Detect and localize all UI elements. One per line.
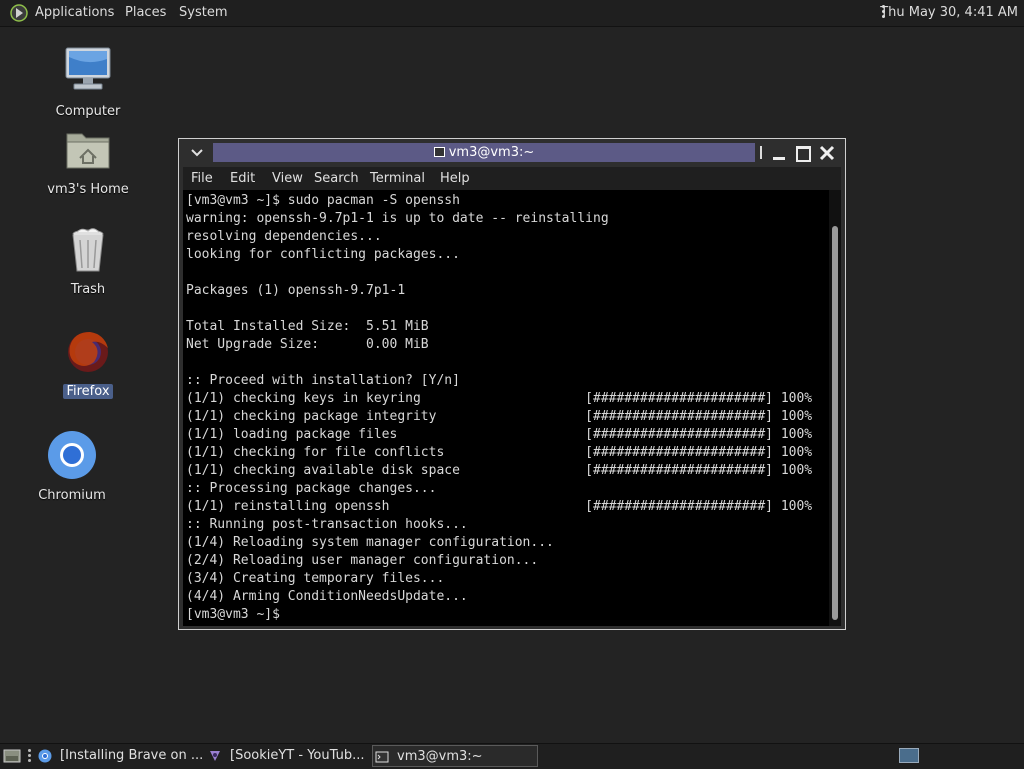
scrollbar-thumb[interactable] [832, 226, 838, 620]
menu-view[interactable]: View [269, 167, 306, 190]
taskbar-item-browser[interactable]: [Installing Brave on ... [36, 745, 202, 767]
desktop-icon-firefox[interactable]: Firefox [40, 328, 136, 399]
terminal-icon [433, 147, 445, 157]
window-menu-button[interactable] [187, 144, 207, 162]
workspace-switcher[interactable] [899, 748, 919, 763]
menu-terminal[interactable]: Terminal [367, 167, 428, 190]
computer-icon [65, 47, 111, 90]
chevron-down-icon [191, 149, 203, 157]
desktop-icon-label: Firefox [63, 384, 113, 399]
terminal-menubar: File Edit View Search Terminal Help [183, 167, 841, 190]
terminal-prompt-line: [vm3@vm3 ~]$ [186, 607, 288, 622]
trash-icon [72, 228, 104, 272]
taskbar-item-label: [Installing Brave on ... [60, 748, 202, 763]
clock[interactable]: Thu May 30, 4:41 AM [880, 0, 1018, 26]
menu-applications[interactable]: Applications [35, 0, 114, 26]
terminal-line: [vm3@vm3 ~]$ sudo pacman -S openssh [186, 193, 460, 208]
terminal-text: [vm3@vm3 ~]$ sudo pacman -S openssh warni… [186, 192, 826, 624]
terminal-line: :: Running post-transaction hooks... [186, 517, 468, 532]
home-folder-icon [66, 133, 110, 169]
terminal-scrollbar[interactable] [829, 190, 841, 626]
chromium-icon [38, 749, 52, 763]
window-title: vm3@vm3:~ [448, 145, 535, 160]
terminal-line: :: Processing package changes... [186, 481, 437, 496]
terminal-line: (1/1) checking package integrity [######… [186, 409, 813, 424]
menu-search[interactable]: Search [311, 167, 362, 190]
terminal-output[interactable]: [vm3@vm3 ~]$ sudo pacman -S openssh warni… [183, 190, 841, 626]
titlebar-separator [760, 146, 762, 159]
applications-icon[interactable] [10, 4, 28, 22]
terminal-line: (1/1) checking for file conflicts [#####… [186, 445, 813, 460]
terminal-window[interactable]: vm3@vm3:~ File Edit View Search Terminal… [178, 138, 846, 630]
app-icon [210, 751, 220, 761]
firefox-icon [68, 332, 108, 372]
terminal-line: Total Installed Size: 5.51 MiB [186, 319, 429, 334]
menu-system[interactable]: System [179, 0, 227, 26]
close-button[interactable] [817, 143, 837, 163]
chromium-icon [48, 431, 96, 479]
terminal-line: (1/1) loading package files [###########… [186, 427, 813, 442]
desktop-icon-trash[interactable]: Trash [40, 226, 136, 297]
menu-places[interactable]: Places [125, 0, 166, 26]
show-desktop-icon[interactable] [3, 748, 21, 764]
desktop-icon-home[interactable]: vm3's Home [40, 126, 136, 197]
minimize-button[interactable] [769, 143, 789, 163]
minimize-icon [773, 157, 785, 160]
taskbar-item-label: vm3@vm3:~ [397, 749, 483, 764]
top-panel: Applications Places System Thu May 30, 4… [0, 0, 1024, 27]
close-icon [819, 145, 835, 161]
taskbar-item-app[interactable]: [SookieYT - YouTub... [206, 745, 368, 767]
taskbar-item-terminal[interactable]: vm3@vm3:~ [372, 745, 538, 767]
terminal-line: (1/4) Reloading system manager configura… [186, 535, 554, 550]
terminal-line: (1/1) checking available disk space [###… [186, 463, 813, 478]
terminal-icon [375, 751, 389, 763]
terminal-line: (1/1) checking keys in keyring [########… [186, 391, 813, 406]
bottom-taskbar: [Installing Brave on ... [SookieYT - You… [0, 743, 1024, 769]
desktop-icon-label: Computer [55, 104, 121, 119]
terminal-line: (4/4) Arming ConditionNeedsUpdate... [186, 589, 468, 604]
desktop-icon-label: Chromium [38, 488, 106, 503]
terminal-line: Net Upgrade Size: 0.00 MiB [186, 337, 429, 352]
terminal-line: resolving dependencies... [186, 229, 382, 244]
taskbar-handle-icon[interactable] [27, 749, 32, 764]
maximize-button[interactable] [793, 143, 813, 163]
terminal-line: (2/4) Reloading user manager configurati… [186, 553, 539, 568]
terminal-line: looking for conflicting packages... [186, 247, 460, 262]
desktop-icon-chromium[interactable]: Chromium [24, 430, 120, 503]
terminal-line: (1/1) reinstalling openssh [############… [186, 499, 813, 514]
desktop-icon-label: vm3's Home [47, 182, 129, 197]
desktop-icon-computer[interactable]: Computer [40, 44, 136, 119]
terminal-line: :: Proceed with installation? [Y/n] [186, 373, 460, 388]
menu-file[interactable]: File [188, 167, 216, 190]
maximize-icon [796, 146, 811, 162]
menu-edit[interactable]: Edit [227, 167, 258, 190]
window-titlebar[interactable]: vm3@vm3:~ [179, 139, 845, 166]
desktop-icon-label: Trash [70, 282, 106, 297]
terminal-line: Packages (1) openssh-9.7p1-1 [186, 283, 406, 298]
window-title-bar[interactable]: vm3@vm3:~ [213, 143, 755, 162]
menu-help[interactable]: Help [437, 167, 473, 190]
terminal-line: warning: openssh-9.7p1-1 is up to date -… [186, 211, 609, 226]
taskbar-item-label: [SookieYT - YouTub... [230, 748, 365, 763]
terminal-line: (3/4) Creating temporary files... [186, 571, 445, 586]
